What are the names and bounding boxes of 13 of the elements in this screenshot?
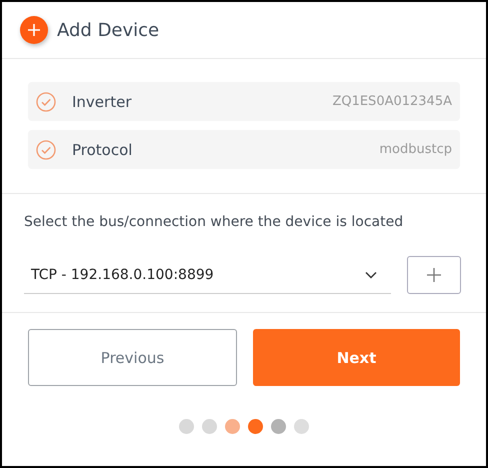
connection-select[interactable]: TCP - 192.168.0.100:8899	[24, 256, 391, 294]
dialog-title: Add Device	[57, 20, 160, 40]
prompt-text: Select the bus/connection where the device is located	[24, 214, 404, 230]
previous-button[interactable]: Previous	[28, 329, 237, 386]
plus-icon	[426, 267, 442, 283]
chevron-down-icon	[365, 270, 377, 278]
summary-label: Protocol	[72, 140, 132, 158]
summary-value: ZQ1ES0A012345A	[332, 94, 452, 109]
add-connection-button[interactable]	[407, 256, 461, 294]
next-button[interactable]: Next	[253, 329, 460, 386]
add-icon[interactable]	[20, 16, 48, 44]
summary-value: modbustcp	[379, 142, 452, 157]
summary-label: Inverter	[72, 92, 132, 110]
